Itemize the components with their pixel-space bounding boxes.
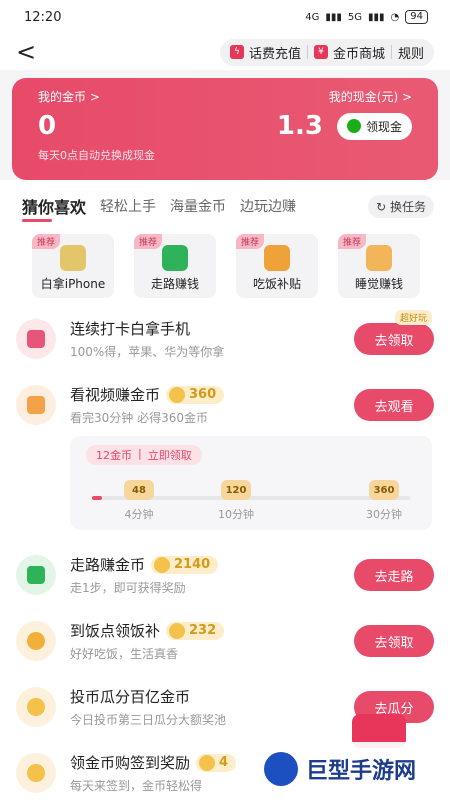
tab-play[interactable]: 边玩边赚 <box>240 196 296 216</box>
milestone-1: 48 4分钟 <box>124 480 154 522</box>
walker-icon <box>162 245 188 271</box>
switch-task-button[interactable]: ↻ 换任务 <box>368 194 434 218</box>
yen-coin-icon <box>16 753 56 793</box>
top-bar: < ϟ 话费充值 ¥ 金币商城 规则 <box>0 34 450 70</box>
lightning-icon: ϟ <box>229 45 244 59</box>
walker-icon <box>16 555 56 595</box>
tab-easy[interactable]: 轻松上手 <box>100 196 156 216</box>
recommend-badge: 推荐 <box>134 234 163 249</box>
gift-icon <box>16 319 56 359</box>
tab-guess[interactable]: 猜你喜欢 <box>22 194 86 222</box>
coin-icon <box>154 556 171 573</box>
video-progress-card: 12金币 | 立即领取 48 4分钟 120 10分钟 360 30分钟 <box>70 436 432 530</box>
claim-coins-pill[interactable]: 12金币 | 立即领取 <box>86 445 202 465</box>
recommend-badge: 推荐 <box>32 234 61 249</box>
coin-icon <box>169 386 186 403</box>
feature-sleep[interactable]: 推荐 睡觉赚钱 <box>338 234 420 298</box>
coins-value: 0 <box>38 111 57 141</box>
withdraw-cash-button[interactable]: 领现金 <box>336 112 412 140</box>
coin-reward: 360 <box>166 385 225 404</box>
feature-iphone[interactable]: 推荐 白拿iPhone <box>32 234 114 298</box>
network-4g-icon: 4G <box>305 11 320 23</box>
task-walk: 走路赚金币 2140 走1步，即可获得奖励 去走路 <box>16 542 434 608</box>
sleep-icon <box>366 245 392 271</box>
cash-value: 1.3 <box>276 111 323 141</box>
rules-link[interactable]: 规则 <box>398 43 424 62</box>
network-5g-icon: 5G <box>347 11 363 23</box>
yen-coin-icon <box>16 687 56 727</box>
task-checkin: 连续打卡白拿手机 100%得，苹果、华为等你拿 超好玩 去领取 <box>16 306 434 372</box>
exchange-note: 每天0点自动兑换成现金 <box>38 149 155 162</box>
bowl-icon <box>16 621 56 661</box>
wifi-icon: ◔ <box>390 11 400 23</box>
status-bar: 12:20 4G ▮▮▮ 5G ▮▮▮ ◔ 94 <box>0 0 450 34</box>
wechat-icon <box>346 119 361 133</box>
feature-walk[interactable]: 推荐 走路赚钱 <box>134 234 216 298</box>
feature-meal[interactable]: 推荐 吃饭补贴 <box>236 234 318 298</box>
recommend-badge: 推荐 <box>236 234 265 249</box>
top-actions: ϟ 话费充值 ¥ 金币商城 规则 <box>219 38 434 66</box>
coin-reward: 232 <box>166 621 225 640</box>
battery-icon: 94 <box>405 10 428 24</box>
cart-icon: ¥ <box>313 45 328 59</box>
video-icon <box>16 385 56 425</box>
watermark: 巨型手游网 <box>254 742 444 796</box>
cash-label[interactable]: 我的现金(元) > <box>329 88 412 105</box>
recommend-badge: 推荐 <box>338 234 367 249</box>
signal-icon-2: ▮▮▮ <box>368 11 385 23</box>
phone-icon <box>60 245 86 271</box>
walk-button[interactable]: 去走路 <box>354 559 434 591</box>
task-tabs: 猜你喜欢 轻松上手 海量金币 边玩边赚 ↻ 换任务 <box>0 180 450 224</box>
tab-coins[interactable]: 海量金币 <box>170 196 226 216</box>
claim-button[interactable]: 去领取 <box>354 323 434 355</box>
task-meal: 到饭点领饭补 232 好好吃饭，生活真香 去领取 <box>16 608 434 674</box>
coin-reward: 2140 <box>151 555 219 574</box>
clock: 12:20 <box>24 9 62 25</box>
task-video: 看视频赚金币 360 看完30分钟 必得360金币 去观看 <box>16 372 434 432</box>
bowl-icon <box>264 245 290 271</box>
recharge-button[interactable]: ϟ 话费充值 <box>229 43 301 62</box>
coin-mall-button[interactable]: ¥ 金币商城 <box>313 43 385 62</box>
coin-reward: 4 <box>196 753 237 772</box>
back-button[interactable]: < <box>16 38 46 66</box>
coin-icon <box>199 754 216 771</box>
progress-fill <box>92 496 102 500</box>
coins-label[interactable]: 我的金币 > <box>38 88 100 105</box>
watch-button[interactable]: 去观看 <box>354 389 434 421</box>
watermark-logo-icon <box>264 752 298 786</box>
milestone-3: 360 30分钟 <box>366 480 402 522</box>
feature-row: 推荐 白拿iPhone 推荐 走路赚钱 推荐 吃饭补贴 推荐 睡觉赚钱 <box>0 224 450 306</box>
hot-badge: 超好玩 <box>394 310 432 325</box>
signal-icon: ▮▮▮ <box>325 11 342 23</box>
milestone-2: 120 10分钟 <box>218 480 254 522</box>
balance-card: 我的金币 > 我的现金(元) > 0 1.3 领现金 每天0点自动兑换成现金 <box>12 78 438 180</box>
coin-icon <box>169 622 186 639</box>
claim-meal-button[interactable]: 去领取 <box>354 625 434 657</box>
